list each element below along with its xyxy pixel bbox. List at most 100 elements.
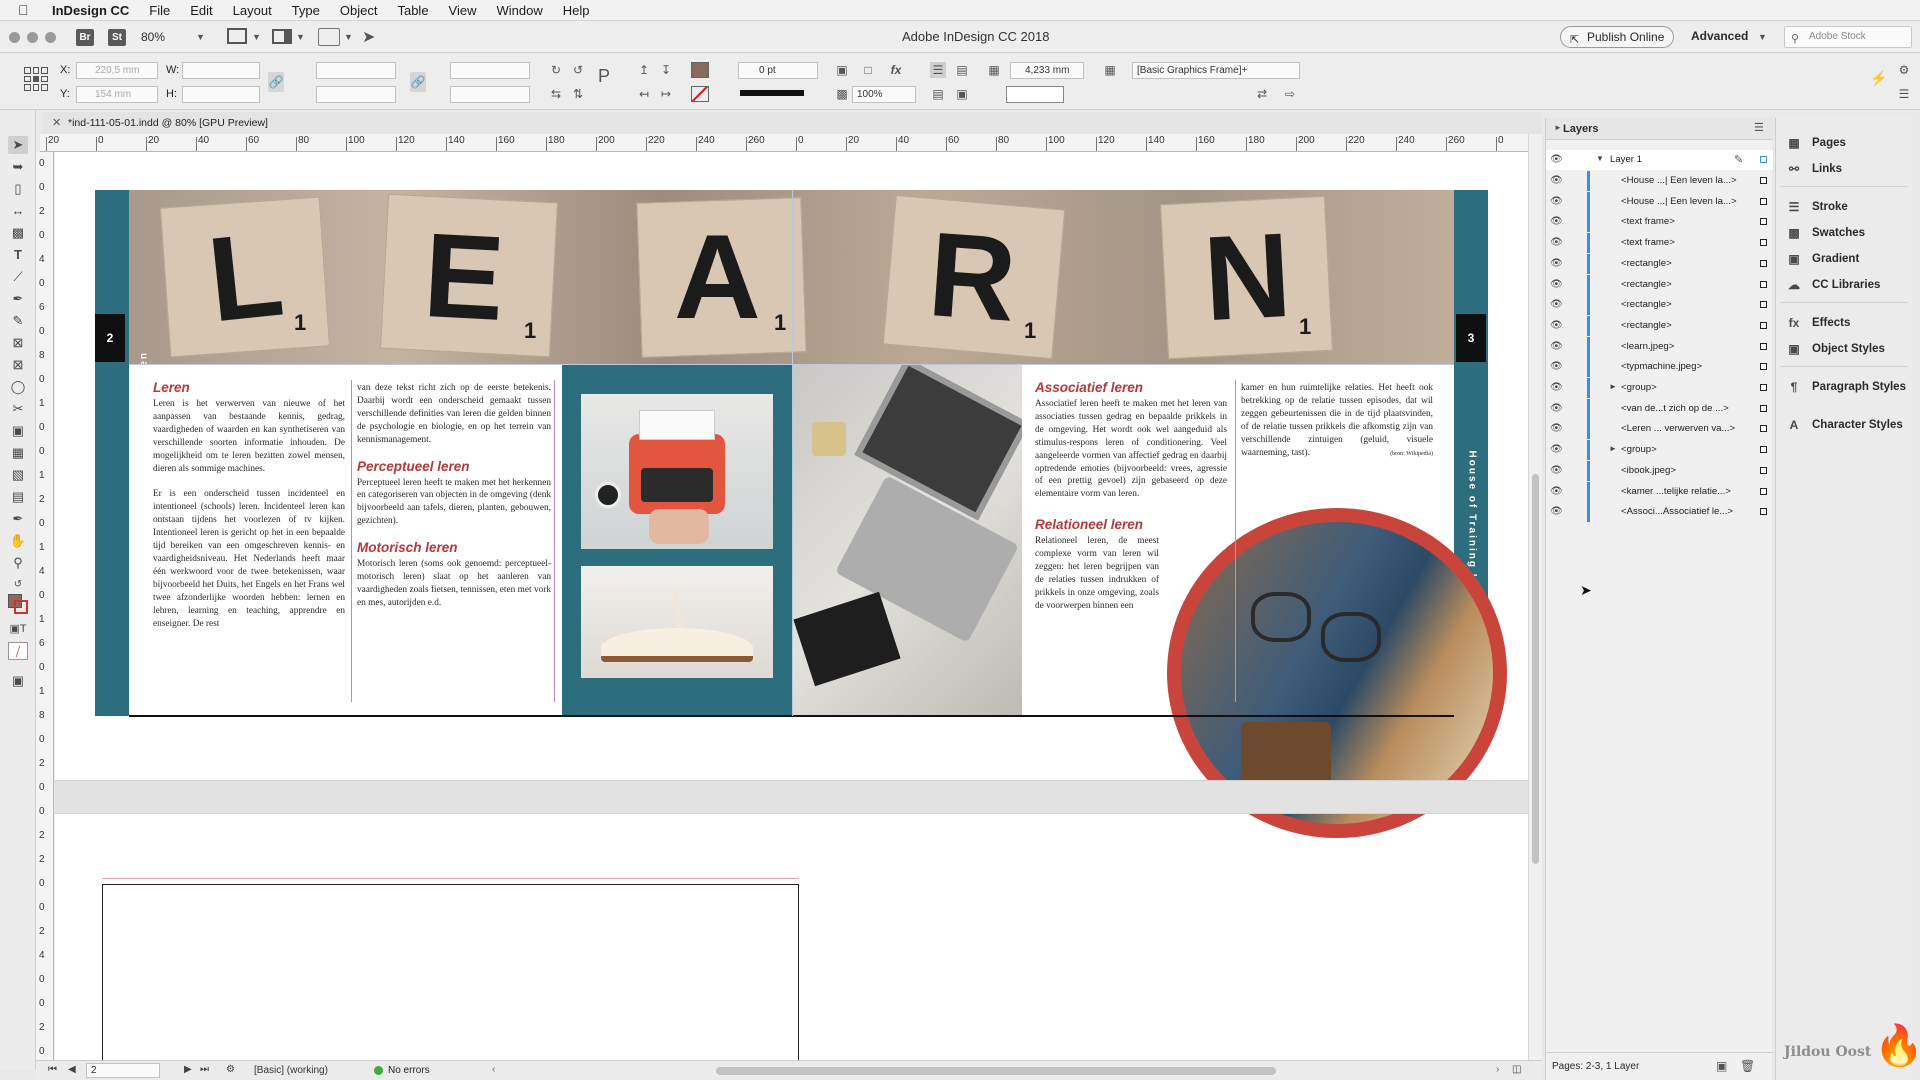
menu-window[interactable]: Window (497, 3, 543, 18)
layer-item-select-square[interactable] (1760, 239, 1767, 247)
bridge-button[interactable]: Br (76, 29, 94, 46)
layer-item-row[interactable]: 👁 <House ...| Een leven la...> (1546, 171, 1773, 191)
screen-mode-icon[interactable] (272, 29, 292, 44)
constrain-scale-icon[interactable]: 🔗 (410, 72, 426, 92)
eye-icon[interactable]: 👁 (1550, 320, 1563, 331)
typewriter-image[interactable] (581, 394, 773, 549)
layer-item-row[interactable]: 👁 <Associ...Associatief le...> (1546, 502, 1773, 523)
height-field[interactable] (182, 86, 260, 103)
minimize-window-button[interactable] (27, 32, 38, 43)
laptop-image[interactable] (792, 364, 1022, 716)
panel-tab-gradient[interactable]: ▣ Gradient (1786, 252, 1859, 266)
arrange-dropdown-icon[interactable]: ▼ (344, 32, 353, 42)
rotate-cw-icon[interactable]: ↻ (548, 62, 564, 78)
x-field[interactable]: 220,5 mm (76, 62, 158, 79)
layer-item-select-square[interactable] (1760, 301, 1767, 309)
eye-icon[interactable]: 👁 (1550, 361, 1563, 372)
layer-item-row[interactable]: 👁 <Leren ... verwerven va...> (1546, 419, 1773, 440)
view-options-dropdown-icon[interactable]: ▼ (252, 32, 261, 42)
layer-select-square[interactable] (1760, 156, 1767, 163)
line-tool-icon[interactable]: ⟋ (8, 268, 28, 286)
eye-icon[interactable]: 👁 (1550, 175, 1563, 186)
new-layer-icon[interactable]: ▣ (1716, 1059, 1727, 1073)
expand-layer-icon[interactable]: ▼ (1596, 154, 1604, 163)
wrap-none-icon[interactable]: ☰ (930, 62, 946, 78)
eye-icon[interactable]: 👁 (1550, 258, 1563, 269)
menu-type[interactable]: Type (292, 3, 320, 18)
reference-point-icon[interactable] (24, 67, 48, 91)
type-tool-icon[interactable]: T (8, 246, 28, 264)
width-field[interactable] (182, 62, 260, 79)
menu-app-name[interactable]: InDesign CC (52, 3, 129, 18)
panel-tab-cc-libraries[interactable]: ☁ CC Libraries (1786, 278, 1880, 292)
ellipse-tool-icon[interactable]: ◯ (8, 378, 28, 396)
scissors-tool-icon[interactable]: ✂ (8, 400, 28, 418)
gear-icon[interactable]: ⚙ (1896, 62, 1912, 78)
zoom-tool-icon[interactable]: ⚲ (8, 554, 28, 572)
text-frame-col1[interactable]: Leren Leren is het verwerven van nieuwe … (153, 380, 345, 700)
select-content-icon[interactable]: ↧ (658, 62, 674, 78)
direct-selection-tool-icon[interactable]: ➥ (8, 158, 28, 176)
menu-file[interactable]: File (149, 3, 170, 18)
gradient-swatch-tool-icon[interactable]: ▦ (8, 444, 28, 462)
last-page-icon[interactable]: ⏭ (200, 1064, 209, 1075)
vertical-ruler[interactable]: 0 0 2 0 4 0 6 0 8 0 1 0 0 1 2 0 1 4 0 1 6 0 1 8 0 2 0 0 2 2 0 0 2 4 0 0 2 0 (36, 152, 54, 1060)
layer-item-select-square[interactable] (1760, 259, 1767, 267)
menu-object[interactable]: Object (340, 3, 378, 18)
constrain-proportions-icon[interactable]: 🔗 (268, 72, 284, 92)
layer-item-row[interactable]: 👁 <van de...t zich op de ...> (1546, 398, 1773, 419)
select-next-icon[interactable]: ↦ (658, 86, 674, 102)
layer-item-select-square[interactable] (1760, 446, 1767, 454)
split-window-icon[interactable]: ◫ (1512, 1064, 1521, 1075)
stroke-swatch[interactable] (691, 86, 709, 102)
menu-view[interactable]: View (449, 3, 477, 18)
eye-icon[interactable]: 👁 (1550, 403, 1563, 414)
menu-edit[interactable]: Edit (190, 3, 212, 18)
object-style-field[interactable]: [Basic Graphics Frame]+ (1132, 62, 1300, 79)
gap-tool-icon[interactable]: ↔ (8, 202, 28, 220)
adobe-stock-search-input[interactable]: ⚲ Adobe Stock (1784, 26, 1912, 48)
gap-field[interactable]: 4,233 mm (1010, 62, 1084, 79)
zoom-window-button[interactable] (45, 32, 56, 43)
collapse-icon[interactable]: ► (1554, 123, 1562, 132)
layer-item-select-square[interactable] (1760, 508, 1767, 516)
layer-item-row[interactable]: 👁 <House ...| Een leven la...> (1546, 191, 1773, 212)
next-spread-page[interactable] (102, 884, 799, 1060)
select-previous-icon[interactable]: ↤ (636, 86, 652, 102)
panel-tab-object-styles[interactable]: ▣ Object Styles (1786, 342, 1885, 356)
workspace-dropdown-icon[interactable]: ▼ (1758, 32, 1767, 42)
layer-row-layer-1[interactable]: 👁 ▼ Layer 1 ✎ (1546, 150, 1773, 170)
eye-icon[interactable]: 👁 (1550, 299, 1563, 310)
stroke-type-preview[interactable] (740, 90, 804, 96)
scale-y-field[interactable] (316, 86, 396, 103)
eye-icon[interactable]: 👁 (1550, 423, 1563, 434)
formatting-container-icon[interactable]: ▣T (8, 620, 28, 638)
close-window-button[interactable] (9, 32, 20, 43)
layer-item-select-square[interactable] (1760, 404, 1767, 412)
rectangle-frame-tool-icon[interactable]: ⊠ (8, 334, 28, 352)
trash-icon[interactable]: 🗑 (1740, 1059, 1755, 1073)
vertical-scroll-thumb[interactable] (1532, 474, 1539, 864)
layer-item-row[interactable]: 👁 <kamer ...telijke relatie...> (1546, 481, 1773, 502)
layer-item-select-square[interactable] (1760, 487, 1767, 495)
layer-item-select-square[interactable] (1760, 197, 1767, 205)
eye-icon[interactable]: 👁 (1550, 237, 1563, 248)
menu-table[interactable]: Table (397, 3, 428, 18)
content-collector-icon[interactable]: ▩ (8, 224, 28, 242)
layer-item-row[interactable]: 👁 ► <group> (1546, 440, 1773, 461)
open-book-image[interactable] (581, 566, 773, 678)
flip-horizontal-icon[interactable]: ⇆ (548, 86, 564, 102)
errors-status[interactable]: No errors (388, 1065, 430, 1076)
layer-item-row[interactable]: 👁 <ibook.jpeg> (1546, 460, 1773, 481)
layer-item-row[interactable]: 👁 <rectangle> (1546, 295, 1773, 316)
eye-icon[interactable]: 👁 (1550, 341, 1563, 352)
layers-panel-menu-icon[interactable]: ☰ (1754, 121, 1764, 134)
screen-mode-dropdown-icon[interactable]: ▼ (296, 32, 305, 42)
pen-tool-icon[interactable]: ✒ (8, 290, 28, 308)
publish-online-button[interactable]: ⇱ Publish Online (1560, 26, 1674, 48)
menu-help[interactable]: Help (563, 3, 590, 18)
layer-item-row[interactable]: 👁 ► <group> (1546, 378, 1773, 398)
screen-mode-tool-icon[interactable]: ▣ (8, 672, 28, 690)
layer-name[interactable]: Layer 1 (1610, 154, 1642, 165)
layer-item-select-square[interactable] (1760, 466, 1767, 474)
